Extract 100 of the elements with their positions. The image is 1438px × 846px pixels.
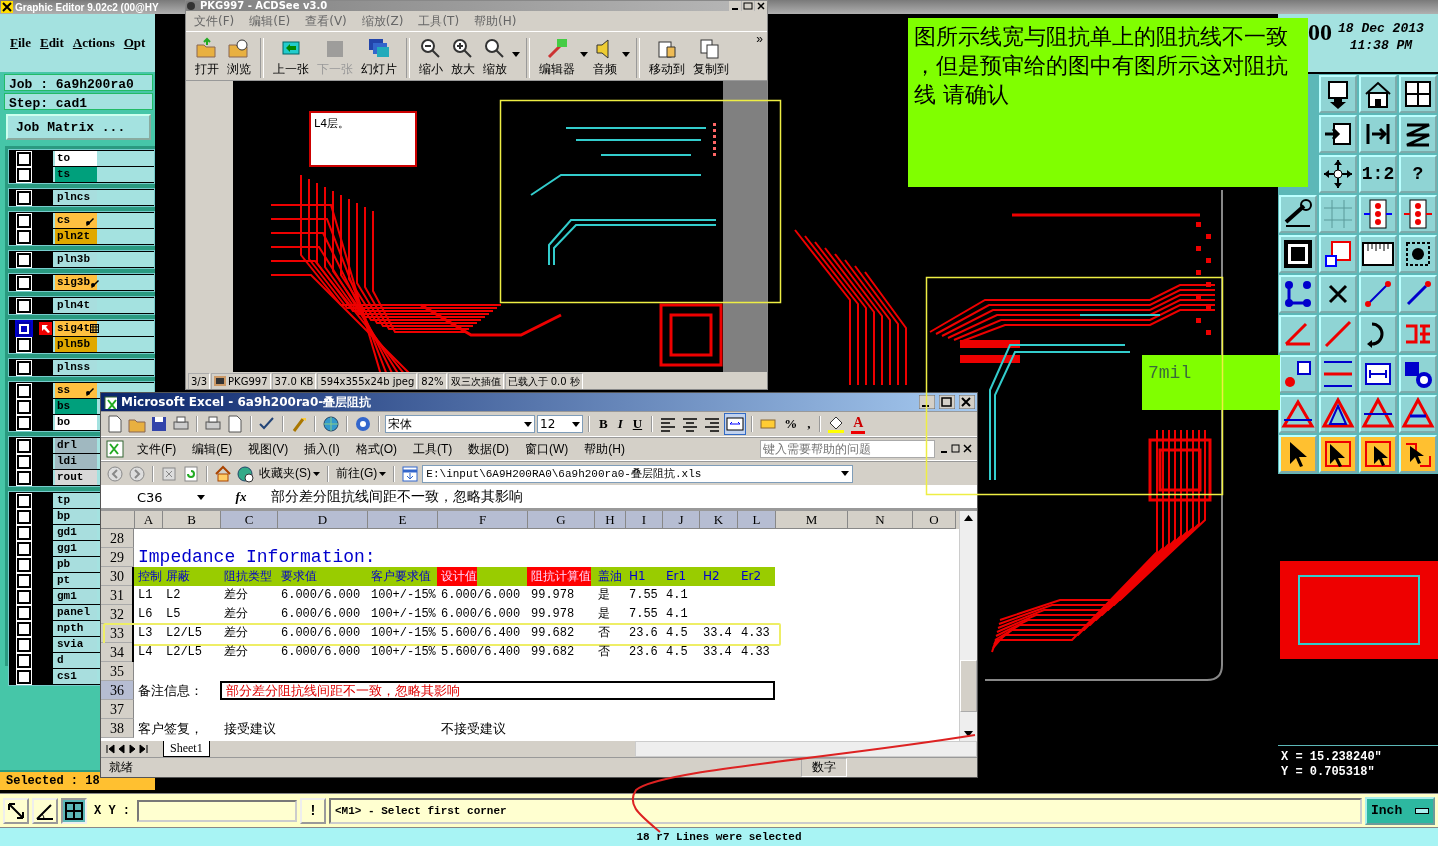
toolbar-button[interactable]: 复制到 <box>690 37 732 78</box>
tool-button[interactable] <box>1359 315 1397 353</box>
menu-item[interactable]: 数据(D) <box>468 440 509 458</box>
toolbar-button[interactable]: 移动到 <box>646 37 688 78</box>
layer-name-cell[interactable]: gg1 <box>55 541 97 556</box>
tool-button[interactable]: 1:2 <box>1359 155 1397 193</box>
tool-button[interactable] <box>1359 435 1397 473</box>
column-header[interactable]: I <box>626 511 663 529</box>
tool-button[interactable] <box>1319 235 1357 273</box>
layer-name-cell[interactable]: pb <box>55 557 97 572</box>
menu-item[interactable]: 缩放(Z) <box>361 12 404 30</box>
layer-checkbox[interactable] <box>17 275 31 290</box>
menu-item[interactable]: 插入(I) <box>304 440 340 458</box>
toolbar-button[interactable] <box>826 414 847 434</box>
layer-checkbox[interactable] <box>17 399 31 414</box>
layer-name-cell[interactable]: plnss <box>55 360 97 375</box>
layer-checkbox[interactable] <box>17 573 31 588</box>
tool-button[interactable]: ? <box>1399 155 1437 193</box>
merge-button[interactable] <box>724 413 747 435</box>
toolbar-button[interactable]: 打开 <box>192 37 222 78</box>
menu-item[interactable]: 文件(F) <box>194 12 235 30</box>
layer-checkbox[interactable] <box>17 252 31 267</box>
horizontal-scrollbar[interactable] <box>635 741 977 757</box>
snap-button[interactable] <box>61 797 87 824</box>
close-icon[interactable] <box>959 395 975 409</box>
toolbar-button[interactable]: 音频 <box>590 37 620 78</box>
column-header[interactable]: J <box>663 511 700 529</box>
tool-button[interactable] <box>1279 235 1317 273</box>
layer-name-cell[interactable]: panel <box>55 605 97 620</box>
toolbar-button[interactable]: 编辑器 <box>536 37 578 78</box>
layer-checkbox[interactable] <box>17 470 31 485</box>
layer-checkbox[interactable] <box>17 213 31 228</box>
layer-name-cell[interactable]: to <box>55 151 97 166</box>
underline-button[interactable]: U <box>628 414 647 434</box>
comma-button[interactable]: , <box>803 414 815 434</box>
menu-item[interactable]: 视图(V) <box>248 440 289 458</box>
tool-button[interactable] <box>1399 355 1437 393</box>
layer-name-cell[interactable]: ldi <box>55 454 97 469</box>
tool-button[interactable] <box>1319 275 1357 313</box>
layer-checkbox[interactable] <box>17 509 31 524</box>
layer-checkbox[interactable] <box>17 589 31 604</box>
row-header[interactable]: 31 <box>101 586 134 605</box>
column-header[interactable]: F <box>438 511 528 529</box>
column-header[interactable]: G <box>528 511 595 529</box>
more-button[interactable]: » <box>756 32 763 46</box>
dropdown-icon[interactable] <box>512 52 520 58</box>
maximize-icon[interactable] <box>742 1 754 11</box>
layer-name-cell[interactable]: pln3b <box>55 252 97 267</box>
menu-item[interactable]: 工具(T) <box>418 12 460 30</box>
tool-button[interactable] <box>1319 75 1357 113</box>
toolbar-button[interactable] <box>400 463 421 484</box>
units-button[interactable]: Inch <box>1365 796 1435 825</box>
minimize-icon[interactable] <box>729 1 741 11</box>
maximize-icon[interactable] <box>939 395 955 409</box>
help-search-field[interactable]: 键入需要帮助的问题 <box>760 440 935 458</box>
sheet-tab[interactable]: Sheet1 <box>163 741 210 757</box>
layer-name-cell[interactable]: pln4t <box>55 298 97 313</box>
row-header[interactable]: 29 <box>101 548 134 567</box>
menu-item[interactable]: 编辑(E) <box>249 12 291 30</box>
tool-button[interactable] <box>1319 355 1357 393</box>
tool-button[interactable] <box>1279 395 1317 433</box>
font-color-button[interactable]: A <box>848 414 869 434</box>
layer-checkbox[interactable] <box>17 151 31 166</box>
name-box[interactable]: C36 <box>101 488 211 506</box>
layer-name-cell[interactable]: cs <box>55 213 97 228</box>
layer-checkbox[interactable] <box>17 337 31 352</box>
layer-name-cell[interactable]: ts <box>55 167 97 182</box>
tool-button[interactable] <box>1279 275 1317 313</box>
font-size-dropdown[interactable]: 12 <box>537 415 583 433</box>
snap-button[interactable] <box>3 797 29 824</box>
layer-checkbox[interactable] <box>17 621 31 636</box>
column-header[interactable]: M <box>776 511 848 529</box>
column-header[interactable]: C <box>221 511 278 529</box>
toolbar-button[interactable] <box>353 414 373 434</box>
menu-item[interactable]: Actions <box>72 35 115 51</box>
layer-name-cell[interactable]: sig3b <box>55 275 97 290</box>
tool-button[interactable] <box>1399 275 1437 313</box>
snap-button[interactable] <box>32 797 58 824</box>
toolbar-button[interactable]: 缩小 <box>416 37 446 78</box>
toolbar-button[interactable]: 放大 <box>448 37 478 78</box>
percent-button[interactable]: % <box>780 414 802 434</box>
row-header[interactable]: 36 <box>101 681 134 700</box>
layer-checkbox[interactable] <box>17 415 31 430</box>
toolbar-button[interactable]: 幻灯片 <box>358 37 400 78</box>
go-menu[interactable]: 前往(G) <box>334 465 389 482</box>
bold-button[interactable]: B <box>595 414 612 434</box>
tool-button[interactable] <box>1359 395 1397 433</box>
tool-button[interactable] <box>1399 395 1437 433</box>
menu-item[interactable]: 查看(V) <box>305 12 347 30</box>
layer-name-cell[interactable]: pln2t <box>55 229 97 244</box>
layer-checkbox[interactable] <box>17 438 31 453</box>
layer-name-cell[interactable]: sig4t <box>55 321 97 336</box>
address-field[interactable]: E:\input\6A9H200RA0\6a9h200ra0-叠层阻抗.xls <box>422 464 853 483</box>
row-header[interactable]: 38 <box>101 719 134 738</box>
tool-button[interactable] <box>1399 235 1437 273</box>
layer-checkbox[interactable] <box>17 454 31 469</box>
menu-item[interactable]: 文件(F) <box>137 440 177 458</box>
layer-checkbox[interactable] <box>17 190 31 205</box>
toolbar-button[interactable] <box>149 414 169 434</box>
layer-checkbox[interactable] <box>17 541 31 556</box>
